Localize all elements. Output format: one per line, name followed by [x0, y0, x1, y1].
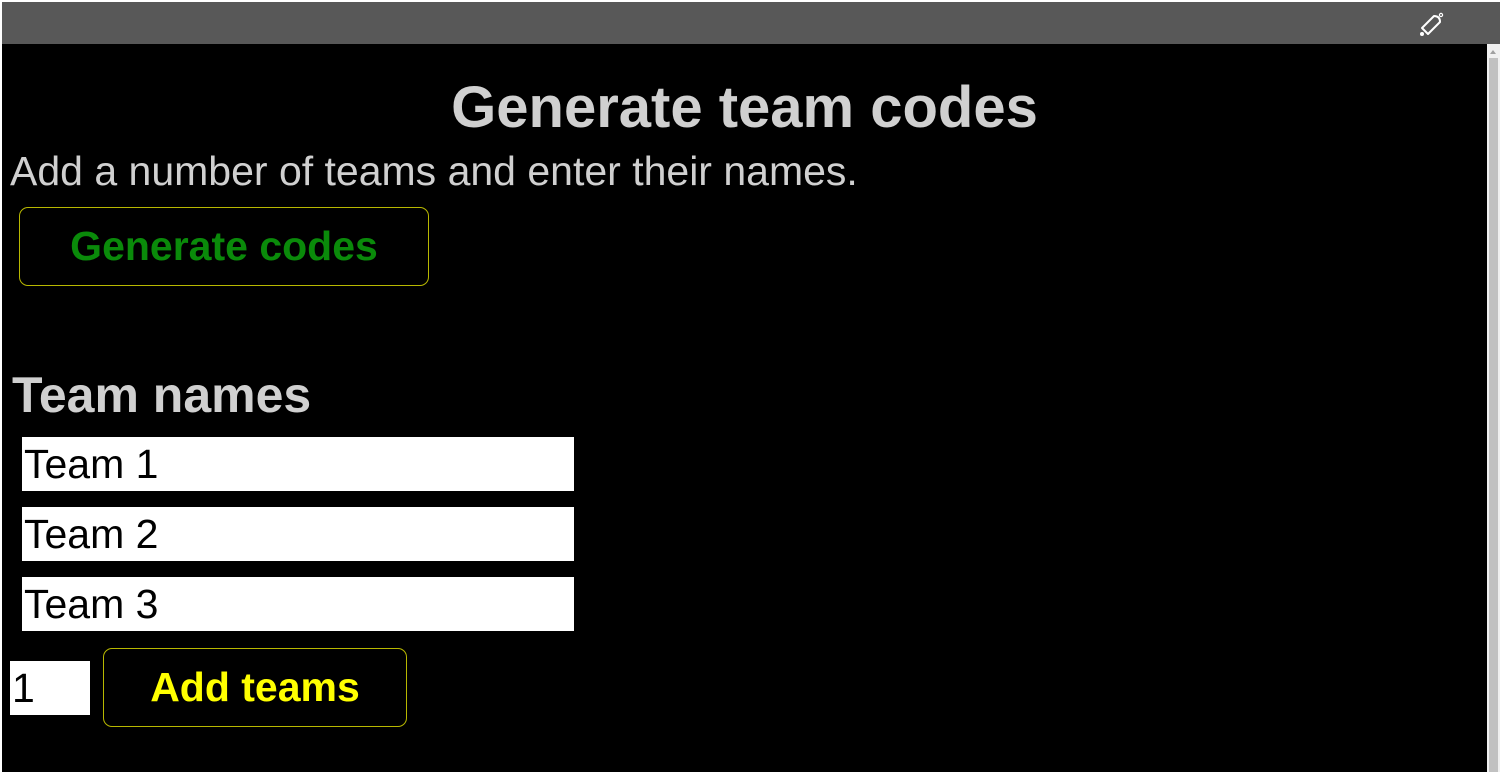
bell-icon[interactable] — [1416, 10, 1446, 40]
team-name-input-2[interactable] — [22, 507, 574, 561]
team-name-input-1[interactable] — [22, 437, 574, 491]
team-names-heading: Team names — [12, 367, 312, 423]
team-count-input[interactable] — [10, 661, 90, 715]
page-subtitle: Add a number of teams and enter their na… — [10, 148, 858, 194]
page-title: Generate team codes — [451, 75, 1038, 140]
vertical-scrollbar[interactable] — [1487, 44, 1500, 772]
generate-codes-button[interactable]: Generate codes — [19, 207, 429, 286]
scroll-up-icon[interactable] — [1490, 50, 1496, 54]
team-name-input-3[interactable] — [22, 577, 574, 631]
main-content: Generate team codes Add a number of team… — [2, 44, 1487, 772]
top-bar — [2, 2, 1500, 44]
scrollbar-thumb[interactable] — [1489, 58, 1498, 772]
add-teams-button[interactable]: Add teams — [103, 648, 407, 727]
